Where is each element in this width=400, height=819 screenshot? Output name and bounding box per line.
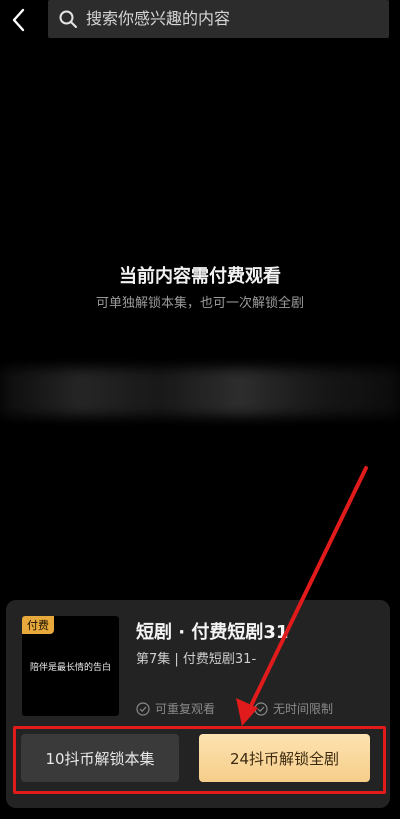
drama-poster[interactable]: 付费 陪伴是最长情的告白: [22, 616, 119, 716]
drama-title: 短剧 · 付费短剧31: [136, 622, 289, 643]
feature-rewatch: 可重复观看: [136, 700, 215, 717]
paywall-title: 当前内容需付费观看: [119, 266, 281, 287]
blurred-video-preview: [0, 368, 400, 416]
poster-text: 陪伴是最长情的告白: [29, 663, 111, 673]
feature-no-time-limit: 无时间限制: [254, 700, 333, 717]
search-placeholder: 搜索你感兴趣的内容: [86, 9, 231, 28]
feature-label: 无时间限制: [273, 702, 334, 716]
paywall-subtitle: 可单独解锁本集，也可一次解锁全剧: [95, 296, 304, 311]
top-bar: 搜索你感兴趣的内容: [0, 0, 400, 40]
highlight-box: [13, 726, 386, 794]
paid-badge: 付费: [22, 616, 54, 634]
back-button[interactable]: [6, 6, 34, 34]
feature-label: 可重复观看: [155, 702, 216, 716]
episode-info: 第7集 | 付费短剧31-: [136, 652, 257, 667]
check-circle-icon: [136, 701, 150, 716]
chevron-left-icon: [12, 8, 25, 32]
search-input[interactable]: 搜索你感兴趣的内容: [48, 0, 389, 38]
search-icon: [59, 10, 77, 28]
check-circle-icon: [254, 701, 268, 716]
